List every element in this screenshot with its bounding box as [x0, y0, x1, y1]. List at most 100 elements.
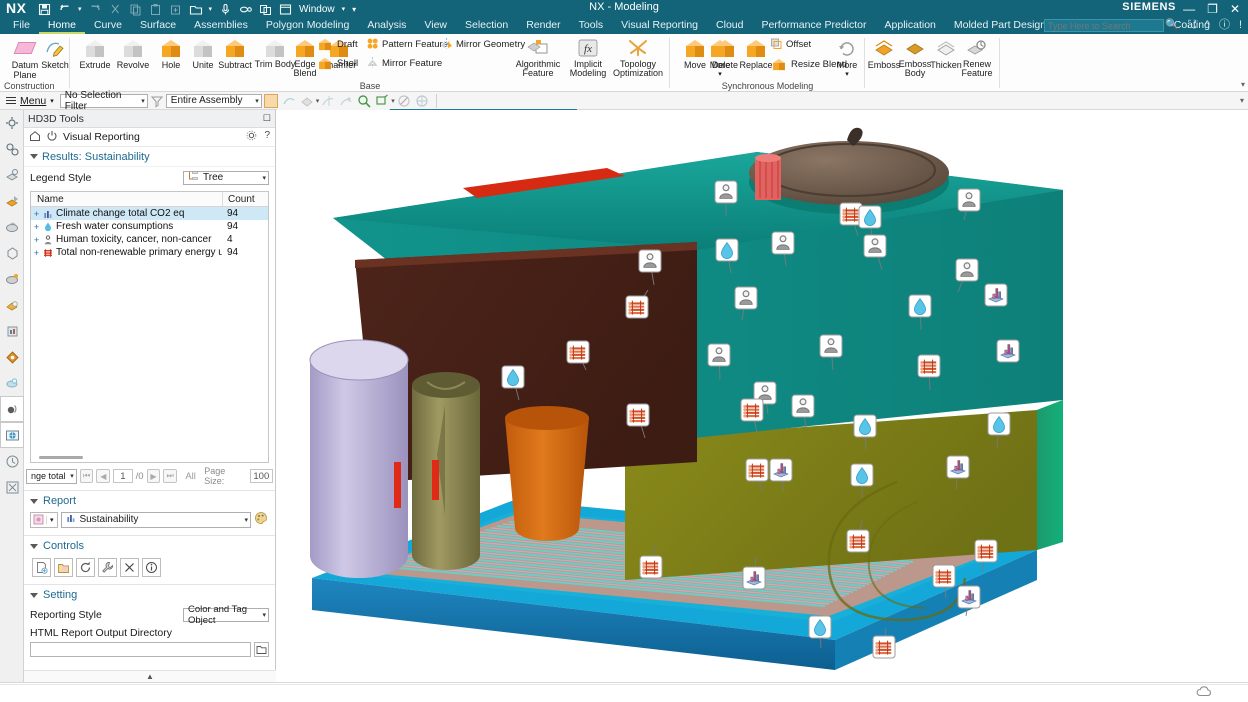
- settings-icon[interactable]: [246, 130, 257, 144]
- emboss-button[interactable]: Emboss: [867, 36, 901, 70]
- thicken-button[interactable]: Thicken: [929, 36, 963, 70]
- legend-style-dropdown[interactable]: Tree ▾: [183, 171, 269, 185]
- reporting-style-dropdown[interactable]: Color and Tag Object ▾: [183, 608, 269, 622]
- report-section-header[interactable]: Report: [24, 491, 275, 511]
- previous-page-button[interactable]: ◀: [96, 469, 110, 483]
- model-tag[interactable]: [627, 404, 649, 426]
- last-page-button[interactable]: ⏭: [163, 469, 177, 483]
- draft-button[interactable]: Draft: [316, 37, 358, 52]
- sidebar-item-topology[interactable]: [0, 266, 24, 292]
- tab-render[interactable]: Render: [517, 17, 569, 34]
- sidebar-item-part-navigator[interactable]: [0, 110, 24, 136]
- renew-feature-button[interactable]: Renew Feature: [960, 36, 994, 78]
- coffee-machine-model[interactable]: [277, 110, 1248, 682]
- html-report-directory-input[interactable]: [30, 642, 251, 657]
- info-button[interactable]: [142, 558, 161, 577]
- mirror-feature-button[interactable]: Mirror Feature: [366, 56, 442, 71]
- model-tag[interactable]: [770, 459, 792, 481]
- restore-button[interactable]: ❐: [1207, 3, 1218, 15]
- model-tag[interactable]: [715, 181, 737, 203]
- report-palette-icon[interactable]: [254, 511, 269, 528]
- table-row[interactable]: + Total non-renewable primary energy use…: [31, 246, 268, 259]
- all-pages-button[interactable]: All: [180, 471, 201, 482]
- model-tag[interactable]: [746, 459, 768, 481]
- sidebar-item-roles[interactable]: [0, 318, 24, 344]
- panel-collapse-button[interactable]: ▲: [24, 670, 276, 682]
- minimize-button[interactable]: —: [1183, 3, 1195, 15]
- sidebar-item-reuse-library[interactable]: [0, 188, 24, 214]
- tab-performance-predictor[interactable]: Performance Predictor: [752, 17, 875, 34]
- open-report-button[interactable]: [54, 558, 73, 577]
- model-tag[interactable]: [847, 530, 869, 552]
- tab-analysis[interactable]: Analysis: [358, 17, 415, 34]
- model-tag[interactable]: [918, 355, 940, 377]
- new-report-button[interactable]: [32, 558, 51, 577]
- model-tag[interactable]: [735, 287, 757, 309]
- model-tag[interactable]: [708, 344, 730, 366]
- model-tag[interactable]: [820, 335, 842, 357]
- home-icon[interactable]: [29, 130, 41, 145]
- setting-section-header[interactable]: Setting: [24, 585, 275, 605]
- model-tag[interactable]: [985, 284, 1007, 306]
- configure-button[interactable]: [98, 558, 117, 577]
- model-tag[interactable]: [792, 395, 814, 417]
- model-tag[interactable]: [988, 413, 1010, 435]
- table-row[interactable]: + Fresh water consumptions 94: [31, 220, 268, 233]
- sidebar-item-assembly-navigator[interactable]: [0, 136, 24, 162]
- page-size-field[interactable]: 100: [250, 469, 273, 483]
- power-icon[interactable]: [46, 130, 58, 145]
- model-tag[interactable]: [956, 259, 978, 281]
- model-tag[interactable]: [933, 565, 955, 587]
- model-tag[interactable]: [502, 366, 524, 388]
- expand-icon[interactable]: +: [31, 222, 42, 232]
- search-box[interactable]: [1044, 19, 1164, 32]
- folder-browse-icon[interactable]: [254, 642, 269, 657]
- model-tag[interactable]: [864, 235, 886, 257]
- emboss-body-button[interactable]: Emboss Body: [898, 36, 932, 78]
- sidebar-item-hd3d-tools[interactable]: [0, 214, 24, 240]
- tab-visual-reporting[interactable]: Visual Reporting: [612, 17, 707, 34]
- stop-at-intersection-icon[interactable]: [321, 94, 335, 108]
- report-dropdown[interactable]: Sustainability ▾: [61, 512, 251, 528]
- model-tag[interactable]: [639, 250, 661, 272]
- tab-home[interactable]: Home: [39, 17, 85, 34]
- algorithmic-feature-button[interactable]: Algorithmic Feature: [510, 36, 566, 78]
- ribbon-overflow-icon[interactable]: ▾: [1241, 80, 1245, 89]
- pattern-feature-button[interactable]: Pattern Feature: [366, 37, 448, 52]
- model-tag[interactable]: [958, 189, 980, 211]
- model-tag[interactable]: [859, 206, 881, 228]
- controls-section-header[interactable]: Controls: [24, 536, 275, 556]
- topology-optimization-button[interactable]: Topology Optimization: [610, 36, 666, 78]
- main-menu-button[interactable]: Menu ▾: [0, 95, 60, 107]
- help-icon[interactable]: ?: [264, 130, 270, 144]
- next-page-button[interactable]: ▶: [147, 469, 161, 483]
- implicit-modeling-button[interactable]: fx Implicit Modeling: [564, 36, 612, 78]
- report-type-button[interactable]: ▾: [30, 512, 58, 528]
- table-row[interactable]: + Human toxicity, cancer, non-cancer 4: [31, 233, 268, 246]
- panel-pin-icon[interactable]: ☐: [263, 113, 271, 124]
- tab-surface[interactable]: Surface: [131, 17, 185, 34]
- tab-file[interactable]: File: [4, 17, 39, 34]
- model-tag[interactable]: [809, 616, 831, 638]
- collapse-ribbon-icon[interactable]: ^: [1205, 19, 1210, 31]
- search-input[interactable]: [1045, 21, 1163, 32]
- model-tag[interactable]: [567, 341, 589, 363]
- page-number-field[interactable]: 1: [113, 469, 133, 483]
- table-row[interactable]: + Climate change total CO2 eq 94: [31, 207, 268, 220]
- model-tag[interactable]: [626, 296, 648, 318]
- sidebar-item-history[interactable]: [0, 448, 24, 474]
- sidebar-item-visual-reporting[interactable]: [0, 422, 24, 448]
- snap-point-icon[interactable]: [264, 94, 278, 108]
- horizontal-scrollbar[interactable]: [39, 456, 83, 459]
- tab-polygon-modeling[interactable]: Polygon Modeling: [257, 17, 358, 34]
- model-tag[interactable]: [741, 399, 763, 421]
- sidebar-item-process-studio[interactable]: [0, 292, 24, 318]
- column-header-name[interactable]: Name: [31, 192, 222, 206]
- selection-scope-dropdown[interactable]: Entire Assembly ▾: [166, 94, 262, 108]
- search-part-icon[interactable]: [397, 94, 411, 108]
- search-icon[interactable]: 🔍: [1165, 19, 1179, 31]
- tab-view[interactable]: View: [415, 17, 456, 34]
- tab-tools[interactable]: Tools: [570, 17, 613, 34]
- sidebar-item-simulation[interactable]: [0, 370, 24, 396]
- face-rule-icon[interactable]: [300, 94, 314, 108]
